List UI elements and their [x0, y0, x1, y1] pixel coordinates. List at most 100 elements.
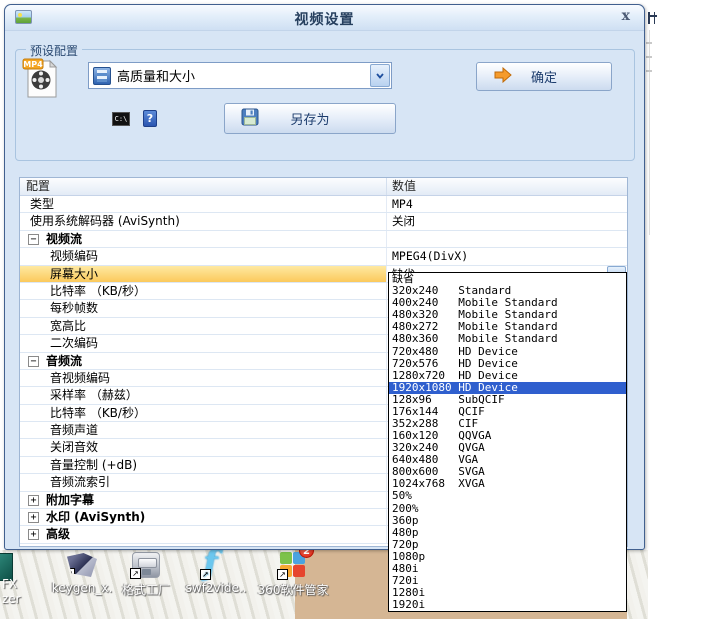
config-cell: 类型 — [20, 196, 387, 212]
config-cell: 比特率 （KB/秒） — [20, 283, 387, 299]
chevron-down-icon[interactable] — [370, 64, 390, 87]
config-table-header: 配置 数值 — [20, 178, 627, 196]
config-label: 类型 — [30, 197, 54, 211]
column-header-value[interactable]: 数值 — [387, 178, 627, 195]
config-label: 每秒帧数 — [50, 301, 98, 315]
value-cell: MP4 — [387, 196, 627, 212]
config-value: MP4 — [392, 197, 413, 211]
config-cell: + 高级 — [20, 526, 387, 542]
config-cell: 屏幕大小 — [20, 266, 387, 282]
config-label: 采样率 （赫兹） — [50, 388, 138, 402]
save-as-button[interactable]: 另存为 — [224, 103, 396, 134]
table-row[interactable]: −视频流 — [20, 231, 627, 248]
config-label: 使用系统解码器 (AviSynth) — [30, 214, 180, 228]
expand-toggle-icon[interactable]: − — [28, 234, 39, 245]
dropdown-item[interactable]: 720x480 HD Device — [389, 345, 626, 357]
column-header-config[interactable]: 配置 — [20, 178, 387, 195]
dropdown-item[interactable]: 1080p — [389, 551, 626, 563]
config-value: 关闭 — [392, 214, 415, 228]
keygen-icon: ↗ — [67, 553, 97, 577]
table-row[interactable]: 视频编码 MPEG4(DivX) — [20, 248, 627, 265]
desktop-icon-fx-label-line1: FX — [2, 577, 17, 591]
config-label: 音视频编码 — [50, 371, 110, 385]
config-label: 水印 (AviSynth) — [46, 510, 145, 524]
dropdown-item[interactable]: 480i — [389, 563, 626, 575]
config-label: 附加字幕 — [46, 493, 94, 507]
dropdown-item[interactable]: 1920i — [389, 599, 626, 611]
config-label: 宽高比 — [50, 319, 86, 333]
desktop-icon-label: keygen_x. — [52, 581, 113, 595]
preset-combobox-value: 高质量和大小 — [117, 66, 195, 85]
dropdown-item[interactable]: 50% — [389, 490, 626, 502]
background-window-sliver-glyph — [648, 12, 655, 24]
ok-button[interactable]: 确定 — [476, 62, 612, 91]
config-cell: 采样率 （赫兹） — [20, 387, 387, 403]
desktop-icon-360-manager[interactable]: 2 ↗ 360软件管家 — [262, 550, 324, 600]
config-label: 比特率 （KB/秒） — [50, 284, 146, 298]
desktop-icon-fx-label-line2: zer — [2, 592, 21, 606]
dropdown-item[interactable]: 480p — [389, 527, 626, 539]
dropdown-item[interactable]: 1024x768 XVGA — [389, 478, 626, 490]
config-cell: 比特率 （KB/秒） — [20, 405, 387, 421]
desktop-icon-swf2video[interactable]: f ↗ swf2vide.. — [188, 550, 244, 600]
dropdown-item[interactable]: 1280x720 HD Device — [389, 370, 626, 382]
background-window-sliver — [649, 30, 650, 235]
desktop-icon-label: 格式工厂 — [122, 581, 170, 598]
config-cell: 每秒帧数 — [20, 300, 387, 316]
config-label: 视频流 — [46, 232, 82, 246]
dropdown-item[interactable]: 1920x1080 HD Device — [389, 382, 626, 394]
desktop-icon-label: 360软件管家 — [258, 581, 329, 598]
ok-button-label: 确定 — [531, 67, 557, 86]
dropdown-item[interactable]: 360p — [389, 515, 626, 527]
command-line-icon[interactable]: C:\ — [112, 112, 130, 126]
shortcut-arrow-icon: ↗ — [200, 569, 211, 580]
sliver-dash — [646, 56, 652, 58]
config-value: MPEG4(DivX) — [392, 249, 468, 263]
dropdown-item[interactable]: 480x360 Mobile Standard — [389, 333, 626, 345]
preset-group-label: 预设配置 — [26, 42, 82, 59]
sliver-dash — [646, 42, 652, 44]
config-cell: 宽高比 — [20, 318, 387, 334]
table-row[interactable]: 使用系统解码器 (AviSynth) 关闭 — [20, 213, 627, 230]
config-cell: −音频流 — [20, 353, 387, 369]
config-label: 二次编码 — [50, 336, 98, 350]
config-label: 音频流 — [46, 354, 82, 368]
save-as-button-label: 另存为 — [290, 109, 329, 128]
config-cell: 视频编码 — [20, 248, 387, 264]
sliver-dash — [646, 70, 652, 72]
value-cell — [387, 231, 627, 247]
dropdown-item[interactable]: 720x576 HD Device — [389, 358, 626, 370]
svg-text:MP4: MP4 — [23, 60, 43, 69]
config-cell: 使用系统解码器 (AviSynth) — [20, 213, 387, 229]
expand-toggle-icon[interactable]: + — [28, 529, 39, 540]
config-label: 屏幕大小 — [50, 267, 98, 281]
dropdown-item[interactable]: 200% — [389, 502, 626, 514]
desktop-icon-format-factory[interactable]: ↗ 格式工厂 — [118, 550, 174, 600]
config-cell: 音频流索引 — [20, 474, 387, 490]
config-label: 音量控制 (+dB) — [50, 458, 137, 472]
close-icon[interactable]: x — [622, 8, 630, 24]
config-label: 高级 — [46, 527, 70, 541]
help-icon[interactable]: ? — [143, 110, 157, 127]
config-cell: + 附加字幕 — [20, 492, 387, 508]
360-manager-icon: 2 ↗ — [280, 552, 306, 578]
ok-arrow-icon — [493, 67, 513, 87]
dropdown-item[interactable]: 720p — [389, 539, 626, 551]
shortcut-arrow-icon: ↗ — [130, 568, 141, 579]
config-cell: 音量控制 (+dB) — [20, 457, 387, 473]
preset-groupbox: 预设配置 MP4 高质量和大小 — [15, 49, 635, 161]
desktop-icon-keygen[interactable]: ↗ keygen_x. — [52, 550, 112, 600]
dialog-titlebar[interactable]: 视频设置 x — [5, 5, 644, 31]
format-factory-icon: ↗ — [132, 552, 160, 578]
expand-toggle-icon[interactable]: + — [28, 512, 39, 523]
config-label: 比特率 （KB/秒） — [50, 406, 146, 420]
screen-size-dropdown-list: 缺省320x240 Standard400x240 Mobile Standar… — [388, 272, 627, 612]
expand-toggle-icon[interactable]: + — [28, 495, 39, 506]
mp4-file-icon: MP4 — [22, 58, 58, 100]
expand-toggle-icon[interactable]: − — [28, 356, 39, 367]
table-row[interactable]: 类型 MP4 — [20, 196, 627, 213]
preset-combobox[interactable]: 高质量和大小 — [88, 62, 392, 89]
flash-icon: f ↗ — [203, 550, 229, 578]
value-cell: 关闭 — [387, 213, 627, 229]
config-cell: 关闭音效 — [20, 439, 387, 455]
